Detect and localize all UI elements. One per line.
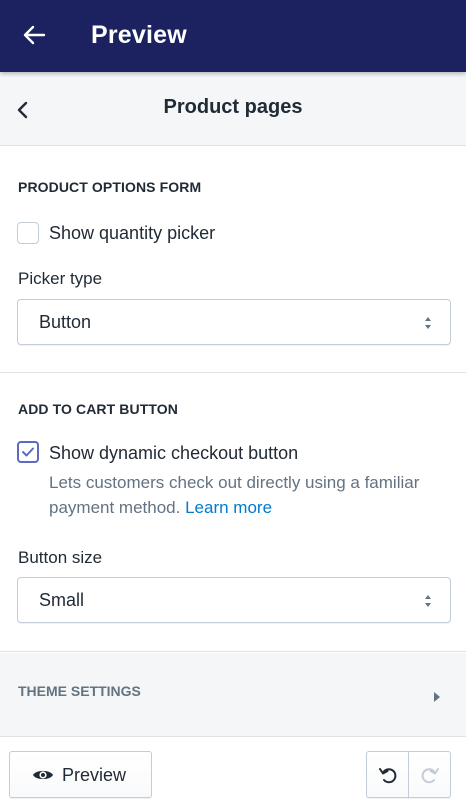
show-quantity-picker-checkbox[interactable] [17,222,39,244]
preview-button-label: Preview [62,765,127,785]
product-options-section: PRODUCT OPTIONS FORM Show quantity picke… [0,147,466,373]
picker-type-select[interactable]: Button [17,299,451,345]
section-heading: PRODUCT OPTIONS FORM [18,179,202,195]
theme-settings-label: THEME SETTINGS [18,683,141,699]
add-to-cart-section: ADD TO CART BUTTON Show dynamic checkout… [0,374,466,652]
picker-type-label: Picker type [18,269,103,288]
checkmark-icon [22,447,34,457]
arrow-left-icon[interactable] [22,23,46,47]
button-size-value: Small [39,590,85,610]
eye-icon [32,768,54,782]
select-arrows-icon [424,594,432,608]
learn-more-link[interactable]: Learn more [185,498,272,517]
section-heading: ADD TO CART BUTTON [18,401,178,417]
button-size-select[interactable]: Small [17,577,451,623]
dynamic-checkout-help: Lets customers check out directly using … [49,470,449,520]
page-title: Preview [91,21,187,49]
undo-icon [379,768,397,784]
select-arrows-icon [424,316,432,330]
show-dynamic-checkout-checkbox[interactable] [17,441,39,463]
theme-settings-row[interactable]: THEME SETTINGS [0,653,466,737]
picker-type-value: Button [39,312,92,332]
redo-icon [421,768,439,784]
top-bar: Preview [0,0,466,72]
show-dynamic-checkout-label[interactable]: Show dynamic checkout button [49,443,298,464]
show-quantity-picker-label[interactable]: Show quantity picker [49,223,215,244]
footer-bar: Preview [0,738,466,808]
preview-button[interactable]: Preview [9,751,152,798]
section-header: Product pages [0,72,466,146]
redo-button[interactable] [408,751,451,798]
section-title: Product pages [163,96,303,118]
caret-right-icon [433,689,441,702]
undo-button[interactable] [366,751,409,798]
button-size-label: Button size [18,548,103,567]
